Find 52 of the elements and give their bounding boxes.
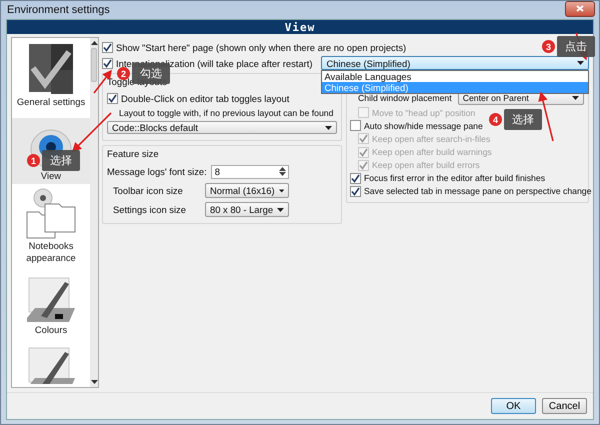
close-icon (576, 5, 584, 12)
folders-icon (25, 188, 77, 240)
dropdown[interactable]: Normal (16x16) (205, 183, 289, 198)
group-title: Feature size (107, 148, 160, 161)
field-label: Message logs' font size: (107, 166, 207, 177)
checkbox-label: Auto show/hide message pane (364, 120, 483, 131)
callout: 点击 (557, 36, 595, 57)
checkbox[interactable] (102, 42, 113, 52)
dialog-button[interactable]: Cancel (542, 398, 587, 414)
arrow (538, 91, 554, 142)
callout: 选择 (42, 150, 80, 171)
window-title: Environment settings (7, 4, 111, 16)
field-label: Settings icon size (113, 204, 187, 215)
dropdown-option[interactable]: Available Languages (322, 71, 588, 82)
field-label: Child window placement (358, 92, 452, 103)
dropdown[interactable]: Code::Blocks default (107, 121, 337, 134)
caret-icon (277, 208, 284, 212)
scroll-thumb[interactable] (91, 48, 97, 82)
checkbox-label: Show "Start here" page (shown only when there are no open projects) (116, 42, 406, 52)
scroll-up-icon (90, 41, 98, 45)
checkbox-label: Keep open after build errors (372, 160, 480, 170)
dropdown[interactable]: Chinese (Simplified) (321, 56, 589, 70)
page-title: View (284, 20, 316, 34)
checkbox[interactable] (350, 120, 361, 132)
checkbox-label: Focus first error in the editor after build finishes (364, 173, 546, 184)
caret-icon (325, 126, 332, 130)
scroll-down-icon (90, 380, 98, 384)
caret-icon (577, 61, 584, 65)
number-field[interactable]: 8 (210, 164, 289, 178)
close-button[interactable] (565, 1, 595, 16)
sidebar-item[interactable]: Colours (12, 266, 90, 340)
callout: 选择 (504, 109, 542, 130)
checkbox[interactable] (350, 186, 361, 197)
checkbox-label: Double-Click on editor tab toggles layout (121, 92, 290, 104)
checkbox-label: Keep open after build warnings (372, 147, 492, 157)
checkbox[interactable] (107, 92, 118, 104)
checkbox-label: Internationalization (will take place after restart) (116, 58, 312, 68)
sidebar-item[interactable]: General settings (12, 38, 90, 118)
sidebar-item[interactable]: Notebooks appearance (12, 184, 90, 266)
field-label: Toolbar icon size (113, 185, 184, 196)
dialog-button[interactable]: OK (491, 398, 536, 414)
checkbox-label: Move to "head up" position (372, 108, 476, 118)
checkbox[interactable] (102, 58, 113, 68)
checkbox-label: Keep open after search-in-files (372, 134, 490, 144)
dropdown[interactable]: 80 x 80 - Large (205, 202, 289, 217)
field-label: Layout to toggle with, if no previous layout can be found (119, 108, 334, 118)
checkbox[interactable] (350, 172, 361, 184)
caret-icon (278, 188, 284, 192)
spin-up-icon (278, 167, 286, 171)
scrollbar[interactable] (90, 38, 98, 387)
checkbox-label: Save selected tab in message pane on perspective change (364, 186, 592, 196)
spin-down-icon (278, 172, 286, 176)
